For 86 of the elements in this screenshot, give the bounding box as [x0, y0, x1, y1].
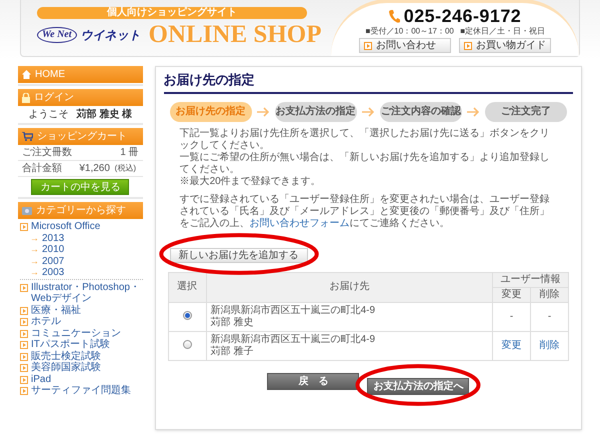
- contact-form-link[interactable]: お問い合わせフォーム: [250, 218, 350, 228]
- arrow-icon: →: [30, 232, 39, 244]
- progress-step: ご注文完了: [484, 102, 567, 122]
- radio-button[interactable]: [182, 311, 192, 320]
- arrow-icon: [466, 106, 479, 116]
- address-text: 新潟県新潟市西区五十嵐三の町北4-9: [210, 304, 376, 316]
- year-link[interactable]: 2003: [42, 267, 64, 278]
- category-link[interactable]: ITパスポート試験: [31, 339, 110, 350]
- play-icon: [20, 341, 28, 349]
- instruction-text: ※最大20件まで登録できます。: [180, 176, 322, 188]
- column-header: お届け先: [206, 272, 492, 302]
- logo-text: ウイネット: [80, 27, 141, 44]
- column-header: ユーザー情報: [492, 272, 568, 287]
- cart-icon: [22, 132, 33, 141]
- category-link[interactable]: 美容師国家試験: [31, 362, 101, 374]
- phone-icon: [388, 10, 400, 22]
- cart-bar: ショッピングカート: [18, 128, 143, 145]
- progress-step: お支払方法の指定: [274, 102, 357, 122]
- home-bar: HOME: [18, 66, 143, 83]
- back-button[interactable]: 戻 る: [267, 372, 360, 390]
- tagline: 個人向けショッピングサイト: [37, 7, 307, 19]
- header-link-button[interactable]: お問い合わせ: [359, 38, 451, 53]
- year-link[interactable]: 2013: [42, 232, 64, 244]
- address-text: 新潟県新潟市西区五十嵐三の町北4-9: [210, 334, 376, 346]
- cart-label: ご注文冊数: [22, 146, 72, 160]
- category-bar: カテゴリーから探す: [18, 202, 143, 219]
- arrow-icon: [362, 106, 374, 116]
- edit-link[interactable]: 変更: [502, 340, 522, 350]
- table-cell: -: [510, 310, 514, 322]
- arrow-icon: [256, 106, 269, 116]
- arrow-icon: →: [30, 244, 39, 256]
- year-link[interactable]: 2007: [42, 256, 64, 267]
- play-icon: [464, 42, 472, 50]
- play-icon: [20, 284, 28, 292]
- column-header: 削除: [530, 287, 568, 302]
- add-address-button[interactable]: 新しいお届け先を追加する: [170, 248, 308, 263]
- lock-icon: [22, 92, 30, 102]
- radio-button[interactable]: [182, 340, 192, 350]
- folder-icon: [22, 206, 32, 215]
- user-name: 苅部 雅史 様: [76, 108, 132, 122]
- column-header: 変更: [492, 287, 530, 302]
- play-icon: [20, 376, 28, 384]
- page-title: お届け先の指定: [164, 70, 573, 94]
- category-link[interactable]: サーティファイ問題集: [31, 385, 131, 396]
- cart-value: ¥1,260: [79, 162, 110, 176]
- welcome-text: ようこそ: [28, 108, 69, 122]
- play-icon: [20, 306, 28, 314]
- progress-step: お届け先の指定: [170, 102, 252, 122]
- play-icon: [20, 387, 28, 395]
- tax-note: (税込): [114, 163, 136, 174]
- category-link[interactable]: iPad: [31, 374, 52, 385]
- play-icon: [20, 352, 28, 360]
- logo-mark: We Net: [37, 27, 77, 43]
- notice-text: すでに登録されている「ユーザー登録住所」を変更されたい場合は、ユーザー登録されている「氏名」及び「メールアドレス」と変更後の「郵便番号」及び「住所」をご記入の上、お問い合わせフォームにてご連絡ください。: [180, 194, 551, 230]
- holidays: ■定休日／土・日・祝日: [460, 27, 545, 37]
- play-icon: [364, 42, 372, 50]
- delete-link[interactable]: 削除: [540, 340, 560, 350]
- year-link[interactable]: 2010: [42, 244, 64, 256]
- category-link[interactable]: 販売士検定試験: [31, 350, 101, 362]
- instruction-text: 一覧にご希望の住所が無い場合は、「新しいお届け先を追加する」より追加登録してください。: [180, 152, 551, 176]
- home-icon: [22, 70, 31, 79]
- phone-number: 025-246-9172: [404, 6, 522, 26]
- cart-label: 合計金額: [22, 162, 62, 176]
- category-link[interactable]: Microsoft Office: [31, 221, 100, 232]
- column-header: 選択: [168, 272, 206, 302]
- login-bar: ログイン: [18, 89, 143, 106]
- business-hours: ■受付／10：00～17：00: [365, 27, 454, 37]
- play-icon: [20, 330, 28, 338]
- play-icon: [20, 364, 28, 372]
- recipient-name: 苅部 雅史: [210, 316, 254, 328]
- arrow-icon: →: [30, 267, 39, 278]
- cart-value: 1 冊: [120, 146, 139, 160]
- category-link[interactable]: ホテル: [31, 316, 61, 328]
- arrow-icon: →: [30, 256, 39, 267]
- category-link[interactable]: コミュニケーション: [31, 328, 121, 339]
- shop-title: ONLINE SHOP: [148, 21, 322, 49]
- header-link-button[interactable]: お買い物ガイド: [459, 38, 551, 53]
- play-icon: [20, 318, 28, 326]
- next-button[interactable]: お支払方法の指定へ: [367, 378, 470, 394]
- table-cell: -: [548, 310, 552, 322]
- play-icon: [20, 223, 28, 231]
- category-link[interactable]: Illustrator・Photoshop・Webデザイン: [31, 282, 143, 304]
- progress-step: ご注文内容の確認: [380, 102, 462, 122]
- instruction-text: 下記一覧よりお届け先住所を選択して、「選択したお届け先に送る」ボタンをクリックしてください。: [180, 128, 551, 152]
- recipient-name: 苅部 雅子: [210, 346, 254, 358]
- category-link[interactable]: 医療・福祉: [31, 304, 81, 316]
